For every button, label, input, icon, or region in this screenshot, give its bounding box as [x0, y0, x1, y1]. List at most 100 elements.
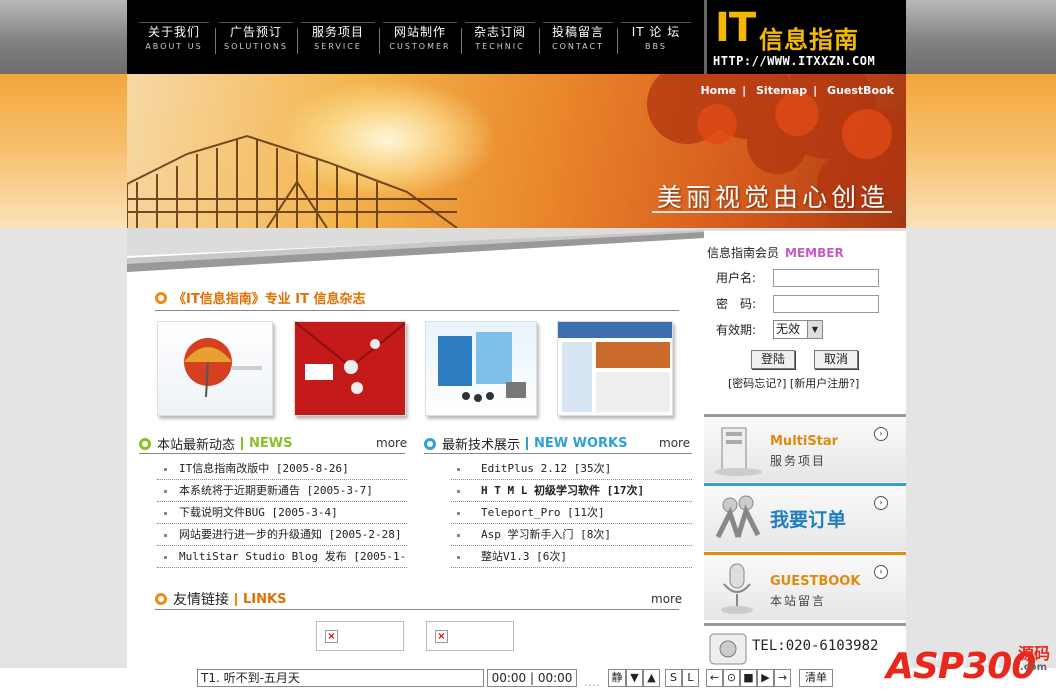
validity-select[interactable]: 无效 ▼: [773, 320, 823, 339]
mute-button[interactable]: 静: [608, 669, 626, 687]
watermark-com: .com: [1020, 662, 1048, 673]
guestbook-link[interactable]: GuestBook: [827, 84, 894, 97]
divider: [424, 453, 692, 454]
magazine-thumb-4[interactable]: [557, 321, 673, 416]
validity-label: 有效期:: [716, 323, 757, 337]
magazine-thumb-1[interactable]: [157, 321, 273, 416]
magazine-thumb-2[interactable]: [294, 321, 406, 416]
news-item[interactable]: IT信息指南改版中 [2005-8-26]: [157, 458, 407, 480]
top-links: Home | Sitemap | GuestBook: [700, 84, 894, 97]
nav-label: 服务项目: [311, 25, 364, 39]
watermark-logo: ASP300 源码 .com: [886, 636, 1056, 692]
playlist-button[interactable]: 清单: [799, 669, 833, 687]
nav-contact[interactable]: 投稿留言 CONTACT: [543, 22, 613, 58]
links-title: 友情链接: [173, 592, 229, 608]
works-title: 最新技术展示: [442, 438, 521, 453]
works-heading: 最新技术展示 NEW WORKS: [424, 434, 627, 453]
panel-stripe: [704, 552, 906, 555]
panel-stripe: [704, 623, 906, 626]
loop-button[interactable]: L: [682, 669, 699, 687]
nav-subscribe[interactable]: 杂志订阅 TECHNIC: [465, 22, 535, 58]
panel-stripe: [704, 483, 906, 486]
order-title: 我要订单: [770, 509, 847, 531]
slogan-underline: [652, 211, 892, 213]
username-input[interactable]: [773, 269, 879, 287]
order-panel[interactable]: 我要订单 ›: [704, 483, 906, 551]
play-button[interactable]: ▶: [757, 669, 774, 687]
nav-ads[interactable]: 广告预订 SOLUTIONS: [219, 22, 293, 58]
arrow-right-icon[interactable]: ›: [874, 565, 888, 579]
nav-label: 广告预订: [229, 25, 282, 39]
news-item[interactable]: 下载说明文件BUG [2005-3-4]: [157, 502, 407, 524]
nav-divider: [461, 28, 462, 54]
news-item-text: 网站要进行进一步的升级通知 [2005-2-28]: [179, 528, 402, 541]
home-link[interactable]: Home: [700, 84, 736, 97]
next-button[interactable]: →: [774, 669, 791, 687]
arrow-right-icon[interactable]: ›: [874, 496, 888, 510]
magazine-heading: 《IT信息指南》专业 IT 信息杂志: [155, 288, 365, 307]
logo-title: 信息指南: [759, 26, 859, 54]
nav-service[interactable]: 服务项目 SERVICE: [301, 22, 375, 58]
news-item[interactable]: MultiStar Studio Blog 发布 [2005-1-23]: [157, 546, 407, 568]
logo-it: IT: [715, 5, 756, 51]
works-item-text: EditPlus 2.12 [35次]: [481, 462, 612, 475]
links-more-link[interactable]: more: [651, 592, 682, 606]
microphone-icon: [721, 563, 753, 614]
news-item[interactable]: 本系统将于近期更新通告 [2005-3-7]: [157, 480, 407, 502]
works-more-link[interactable]: more: [659, 436, 690, 450]
phone-icon: [709, 633, 747, 665]
news-bar: [241, 437, 244, 450]
divider: [155, 310, 679, 311]
password-input[interactable]: [773, 295, 879, 313]
volume-down-button[interactable]: ▼: [626, 669, 643, 687]
shuffle-button[interactable]: S: [665, 669, 682, 687]
forgot-password-link[interactable]: [密码忘记?]: [728, 377, 786, 390]
nav-label: 关于我们: [147, 25, 200, 39]
works-item[interactable]: EditPlus 2.12 [35次]: [451, 458, 692, 480]
volume-up-button[interactable]: ▲: [643, 669, 660, 687]
site-logo[interactable]: IT 信息指南 HTTP://WWW.ITXXZN.COM: [704, 0, 906, 74]
broken-image-icon: ×: [435, 630, 448, 643]
works-item-text: 整站V1.3 [6次]: [481, 550, 567, 563]
works-item[interactable]: Asp 学习新手入门 [8次]: [451, 524, 692, 546]
cancel-button[interactable]: 取消: [814, 350, 858, 369]
header-wedge: [127, 228, 704, 274]
pause-button[interactable]: ⊙: [723, 669, 740, 687]
nav-sublabel: ABOUT US: [145, 42, 203, 51]
sidebar: 信息指南会员 MEMBER 用户名: 密 码: 有效期: 无效 ▼ 登陆 取消 […: [704, 228, 906, 668]
friend-link-1[interactable]: ×: [316, 621, 404, 651]
login-button[interactable]: 登陆: [751, 350, 795, 369]
friend-link-2[interactable]: ×: [426, 621, 514, 651]
chevron-down-icon: ▼: [807, 321, 822, 338]
people-icon: [715, 495, 761, 539]
track-time: 00:00 | 00:00: [487, 669, 577, 687]
news-heading: 本站最新动态 NEWS: [139, 434, 292, 453]
works-item[interactable]: 整站V1.3 [6次]: [451, 546, 692, 568]
register-link[interactable]: [新用户注册?]: [790, 377, 859, 390]
telephone: TEL:020-6103982: [752, 638, 879, 654]
news-item-text: 下载说明文件BUG [2005-3-4]: [179, 506, 338, 519]
watermark-brand: ASP300: [886, 646, 1036, 687]
magazine-thumb-3[interactable]: [425, 321, 537, 416]
works-item[interactable]: H T M L 初级学习软件 [17次]: [451, 480, 692, 502]
brochure-icon: [438, 332, 526, 402]
prev-button[interactable]: ←: [706, 669, 723, 687]
nav-divider: [379, 28, 380, 54]
works-bar: [526, 437, 529, 450]
news-item[interactable]: 网站要进行进一步的升级通知 [2005-2-28]: [157, 524, 407, 546]
works-item[interactable]: Teleport_Pro [11次]: [451, 502, 692, 524]
nav-website[interactable]: 网站制作 CUSTOMER: [383, 22, 457, 58]
multistar-panel[interactable]: MultiStar 服务项目 ›: [704, 414, 906, 482]
works-item-text: Asp 学习新手入门 [8次]: [481, 528, 611, 541]
stop-button[interactable]: ■: [740, 669, 757, 687]
arrow-right-icon[interactable]: ›: [874, 427, 888, 441]
news-title: 本站最新动态: [157, 438, 236, 453]
watermark-cn: 源码: [1018, 644, 1051, 663]
works-item-text: Teleport_Pro [11次]: [481, 506, 605, 519]
nav-bbs[interactable]: IT 论 坛 BBS: [621, 22, 691, 58]
news-more-link[interactable]: more: [376, 436, 407, 450]
nav-label: 投稿留言: [551, 25, 604, 39]
guestbook-panel[interactable]: GUESTBOOK 本站留言 ›: [704, 552, 906, 620]
nav-about[interactable]: 关于我们 ABOUT US: [139, 22, 209, 58]
sitemap-link[interactable]: Sitemap: [756, 84, 807, 97]
